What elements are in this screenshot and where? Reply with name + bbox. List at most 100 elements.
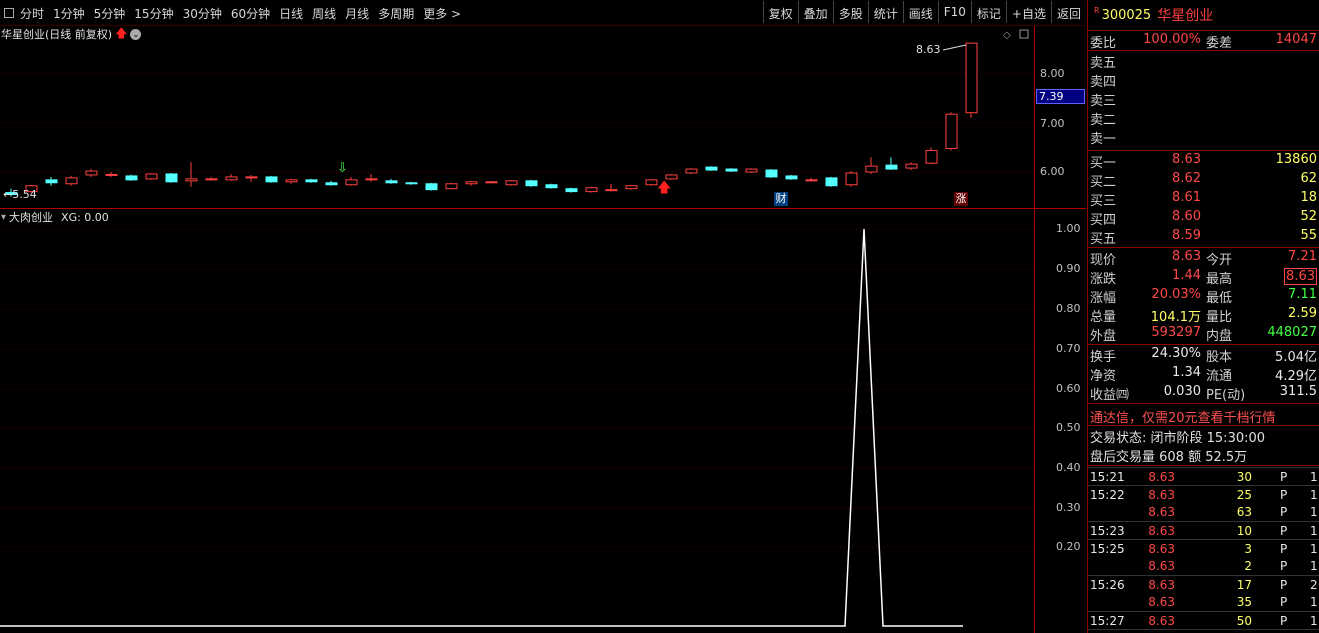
- y-label-800: 8.00: [1040, 67, 1065, 80]
- bid-price: 8.60: [1172, 209, 1201, 224]
- quote-label: 外盘: [1090, 329, 1117, 344]
- bid-row-0: 买一 8.63 13860: [1088, 151, 1319, 171]
- bid-list: 买一 8.63 13860 买二 8.62 62 买三 8.61 18 买四 8.60 52 买五 8.5…: [1088, 151, 1319, 248]
- down-arrow-icon: ⇩: [337, 161, 348, 176]
- candle-body: [845, 172, 858, 186]
- restore-icon[interactable]: [1019, 29, 1029, 39]
- candle-body: [505, 180, 518, 186]
- bid-label: 买四: [1090, 213, 1117, 228]
- bid-row-4: 买五 8.59 55: [1088, 227, 1319, 247]
- tick-row: 15:298.6311P1: [1088, 629, 1319, 633]
- y-label-600: 6.00: [1040, 165, 1065, 178]
- tick-v: 30: [1236, 470, 1252, 484]
- bid-vol: 18: [1300, 190, 1317, 205]
- tick-row: 8.63 35 P 1: [1088, 593, 1319, 611]
- candle-body: [365, 178, 378, 181]
- tick-p: 8.63: [1148, 614, 1175, 628]
- bid-row-2: 买三 8.61 18: [1088, 189, 1319, 209]
- tick-row: 15:21 8.63 30 P 1: [1088, 467, 1319, 485]
- tick-row: 8.63 63 P 1: [1088, 503, 1319, 521]
- weicha-label: 委差: [1206, 36, 1233, 51]
- fund-value: 24.30%: [1151, 346, 1201, 361]
- quote-label-2: 内盘: [1206, 329, 1233, 344]
- candle-body: [905, 163, 918, 169]
- quote-value-2: 7.21: [1288, 249, 1317, 264]
- quote-row-0: 现价 8.63 今开 7.21: [1088, 248, 1319, 268]
- fund-row-0: 换手 24.30% 股本 5.04亿: [1088, 345, 1319, 365]
- high-price-label: 8.63: [916, 43, 941, 56]
- quote-label-2: 最高: [1206, 272, 1233, 287]
- candle-body: [305, 179, 318, 183]
- r-badge: R: [1094, 6, 1100, 15]
- quote-value: 593297: [1151, 325, 1201, 340]
- tick-t: 15:22: [1090, 488, 1125, 502]
- candle-body: [185, 178, 198, 182]
- tick-v: 63: [1236, 505, 1252, 519]
- candle-body: [65, 177, 78, 185]
- candle-body: [145, 173, 158, 180]
- fund-row-2: 收益㈣ 0.030 PE(动) 311.5: [1088, 383, 1319, 403]
- indicator-y-label-1: 0.90: [1056, 262, 1081, 275]
- tick-f: P: [1280, 470, 1288, 484]
- weicha-value: 14047: [1275, 32, 1317, 47]
- tick-f: P: [1280, 542, 1288, 556]
- indicator-y-label-7: 0.30: [1056, 501, 1081, 514]
- bid-price: 8.61: [1172, 190, 1201, 205]
- candle-body: [645, 179, 658, 186]
- quote-value-2: 8.63: [1284, 268, 1317, 285]
- diamond-icon[interactable]: ◇: [1003, 30, 1011, 41]
- candle-body: [965, 42, 978, 114]
- up-arrow-icon: 🡅: [657, 180, 671, 196]
- y-label-700: 7.00: [1040, 117, 1065, 130]
- tick-v: 50: [1236, 614, 1252, 628]
- low-price-value: 5.54: [12, 188, 37, 201]
- quote-label-2: 最低: [1206, 291, 1233, 306]
- candle-body: [465, 181, 478, 185]
- candle-body: [345, 179, 358, 186]
- candle-body: [765, 169, 778, 178]
- candle-body: [825, 177, 838, 187]
- quote-value-2: 7.11: [1288, 287, 1317, 302]
- stock-name: 华星创业: [1157, 8, 1214, 24]
- fund-list: 换手 24.30% 股本 5.04亿 净资 1.34 流通 4.29亿 收益㈣ 0.030 PE(动…: [1088, 345, 1319, 404]
- fund-label: 净资: [1090, 369, 1117, 384]
- ask-row-0: 卖五: [1088, 51, 1319, 71]
- tick-p: 8.63: [1148, 505, 1175, 519]
- finance-marker[interactable]: 财: [774, 192, 788, 206]
- caret-icon[interactable]: ▾: [1, 212, 6, 223]
- candle-body: [925, 149, 938, 164]
- limit-up-marker[interactable]: 涨: [954, 192, 968, 206]
- quote-row-1: 涨跌 1.44 最高 8.63: [1088, 267, 1319, 287]
- quote-label-2: 量比: [1206, 310, 1233, 325]
- candle-body: [485, 181, 498, 184]
- quote-panel: R 300025 华星创业 委比 100.00% 委差 14047 卖五 卖四 卖三…: [1087, 0, 1319, 633]
- candle-body: [545, 184, 558, 189]
- tick-t: 15:21: [1090, 470, 1125, 484]
- candles: ⇩🡅: [5, 42, 978, 197]
- candle-body: [245, 176, 258, 179]
- ad-message[interactable]: 通达信，仅需20元查看千档行情: [1088, 404, 1319, 426]
- candle-body: [445, 183, 458, 190]
- tick-t: 15:25: [1090, 542, 1125, 556]
- quote-value: 104.1万: [1150, 310, 1201, 325]
- bid-label: 买三: [1090, 194, 1117, 209]
- candle-body: [165, 173, 178, 183]
- weibi-label: 委比: [1090, 36, 1117, 51]
- candle-body: [205, 178, 218, 181]
- indicator-y-label-8: 0.20: [1056, 540, 1081, 553]
- tick-p: 8.63: [1148, 559, 1175, 573]
- tick-n: 1: [1310, 470, 1318, 484]
- tick-n: 1: [1310, 559, 1318, 573]
- indicator-y-label-3: 0.70: [1056, 342, 1081, 355]
- weibi-value: 100.00%: [1143, 32, 1201, 47]
- bid-label: 买五: [1090, 232, 1117, 247]
- fund-value-2: 311.5: [1279, 384, 1317, 399]
- ask-row-2: 卖三: [1088, 89, 1319, 109]
- tick-list[interactable]: 15:21 8.63 30 P 1 15:22 8.63 25 P 1 8.63 63 P 1 15:23 8…: [1088, 466, 1319, 633]
- current-price-tag: 7.39: [1036, 89, 1085, 104]
- candle-body: [605, 189, 618, 192]
- fund-label: 换手: [1090, 350, 1117, 365]
- candle-body: [425, 183, 438, 191]
- fund-label: 收益㈣: [1090, 388, 1130, 403]
- kline-chart[interactable]: ◇ ⇩🡅: [0, 0, 1086, 633]
